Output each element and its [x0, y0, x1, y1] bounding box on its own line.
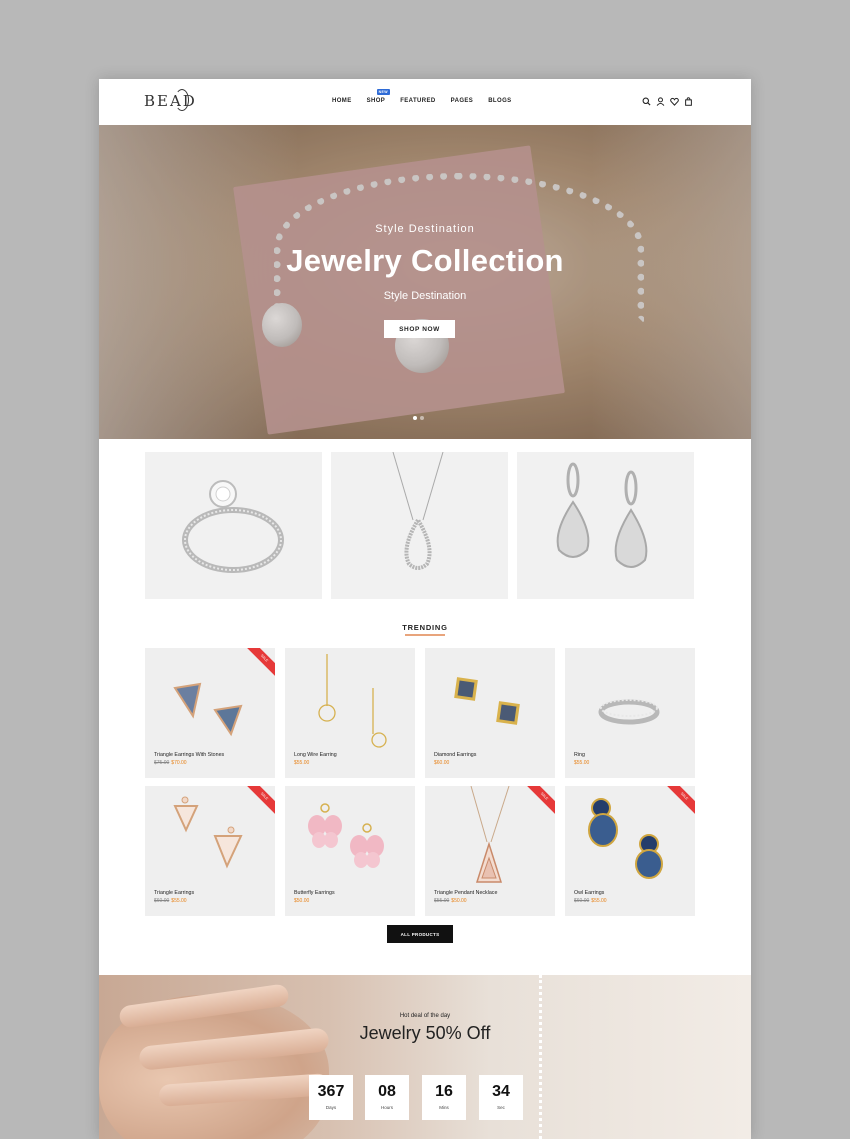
all-products-button[interactable]: ALL PRODUCTS — [387, 925, 453, 943]
product-price: $75.00 $70.00 — [154, 760, 187, 766]
product-price: $55.00 $50.00 — [434, 898, 467, 904]
page: BEAD HOME SHOP NEW FEATURED PAGES BLOGS … — [99, 79, 751, 1139]
header-icons — [642, 97, 693, 106]
trending-title: TRENDING — [402, 623, 448, 632]
product-card[interactable]: SALE Triangle Earrings $60.00 $55.00 — [145, 786, 275, 916]
product-name: Diamond Earrings — [434, 752, 477, 758]
ring-image — [598, 699, 660, 725]
necklace-image — [392, 451, 444, 570]
slider-dots — [413, 416, 424, 420]
nav-home[interactable]: HOME — [332, 98, 352, 104]
nav-shop[interactable]: SHOP NEW — [366, 89, 390, 104]
hero-overlay — [99, 125, 751, 439]
current-price: $50.00 — [294, 898, 310, 904]
countdown-hours: 08 Hours — [365, 1075, 409, 1120]
countdown-value: 08 — [378, 1083, 396, 1100]
product-card[interactable]: SALE Owl Earrings $60.00 $55.00 — [565, 786, 695, 916]
current-price: $55.00 — [171, 898, 187, 904]
main-nav: HOME SHOP NEW FEATURED PAGES BLOGS — [332, 89, 527, 104]
deal-kicker: Hot deal of the day — [399, 1013, 451, 1019]
shop-now-button[interactable]: SHOP NOW — [384, 320, 455, 338]
hero-slider: Style Destination Jewelry Collection Sty… — [99, 125, 751, 439]
countdown-mins: 16 Mins — [422, 1075, 466, 1120]
long-wire-earring-image — [318, 654, 387, 748]
diamond-earrings-image — [454, 677, 520, 725]
product-name: Triangle Pendant Necklace — [434, 890, 498, 896]
new-badge: NEW — [376, 89, 390, 95]
hero-kicker: Style Destination — [375, 223, 475, 235]
product-price: $55.00 — [294, 760, 309, 766]
category-necklace[interactable] — [331, 451, 508, 599]
product-name: Owl Earrings — [574, 890, 605, 896]
current-price: $70.00 — [171, 760, 187, 766]
hero-subtitle: Style Destination — [383, 290, 467, 302]
earrings-image — [556, 462, 648, 568]
deal-of-the-day: Hot deal of the day Jewelry 50% Off 367 … — [99, 975, 751, 1139]
triangle-earrings-stones-image — [173, 682, 243, 737]
owl-earrings-image — [588, 798, 663, 879]
countdown-value: 16 — [435, 1083, 453, 1100]
product-price: $50.00 — [294, 898, 309, 904]
product-card[interactable]: Diamond Earrings $60.00 — [425, 648, 555, 778]
logo-mark-icon — [175, 89, 189, 111]
necklace-chain-image — [539, 975, 543, 1139]
countdown-value: 367 — [317, 1083, 345, 1100]
deal-title: Jewelry 50% Off — [359, 1023, 491, 1043]
countdown-label: Hours — [380, 1105, 393, 1110]
user-icon[interactable] — [656, 97, 665, 106]
current-price: $60.00 — [434, 760, 450, 766]
product-card[interactable]: Long Wire Earring $55.00 — [285, 648, 415, 778]
site-header: BEAD HOME SHOP NEW FEATURED PAGES BLOGS — [99, 79, 751, 125]
product-card[interactable]: Ring $55.00 — [565, 648, 695, 778]
triangle-pendant-necklace-image — [470, 786, 510, 883]
category-earrings[interactable] — [517, 452, 694, 599]
countdown-label: Days — [325, 1105, 337, 1110]
trending-underline — [405, 634, 445, 636]
product-card[interactable]: SALE Triangle Earrings With Stones $75.0… — [145, 648, 275, 778]
current-price: $55.00 — [591, 898, 607, 904]
product-card[interactable]: SALE Triangle Pendant Necklace $55.00 $50… — [425, 786, 555, 916]
product-name: Long Wire Earring — [294, 752, 337, 758]
product-price: $60.00 $55.00 — [154, 898, 187, 904]
product-name: Butterfly Earrings — [294, 890, 335, 896]
heart-icon[interactable] — [670, 97, 679, 106]
slider-dot-2[interactable] — [420, 416, 424, 420]
product-card[interactable]: Butterfly Earrings $50.00 — [285, 786, 415, 916]
product-price: $60.00 — [434, 760, 449, 766]
nav-featured[interactable]: FEATURED — [400, 98, 435, 104]
old-price: $75.00 — [154, 760, 170, 766]
hero-title: Jewelry Collection — [286, 243, 564, 278]
product-name: Ring — [574, 752, 585, 758]
old-price: $55.00 — [434, 898, 450, 904]
current-price: $50.00 — [451, 898, 467, 904]
nav-blogs[interactable]: BLOGS — [488, 98, 511, 104]
product-price: $55.00 — [574, 760, 589, 766]
product-name: Triangle Earrings — [154, 890, 195, 896]
butterfly-earrings-image — [308, 803, 384, 868]
countdown-label: Sec — [497, 1105, 505, 1110]
search-icon[interactable] — [642, 97, 651, 106]
category-ring[interactable] — [145, 452, 322, 599]
nav-pages[interactable]: PAGES — [451, 98, 474, 104]
countdown-secs: 34 Sec — [479, 1075, 523, 1120]
countdown-value: 34 — [492, 1083, 510, 1100]
current-price: $55.00 — [574, 760, 590, 766]
slider-dot-1[interactable] — [413, 416, 417, 420]
triangle-earrings-image — [173, 796, 243, 869]
nav-shop-label: SHOP — [366, 98, 386, 104]
current-price: $55.00 — [294, 760, 310, 766]
product-price: $60.00 $55.00 — [574, 898, 607, 904]
cart-icon[interactable] — [684, 97, 693, 106]
ring-image — [182, 480, 284, 573]
countdown-days: 367 Days — [309, 1075, 353, 1120]
product-name: Triangle Earrings With Stones — [154, 752, 225, 758]
countdown-label: Mins — [439, 1105, 449, 1110]
old-price: $60.00 — [154, 898, 170, 904]
old-price: $60.00 — [574, 898, 590, 904]
